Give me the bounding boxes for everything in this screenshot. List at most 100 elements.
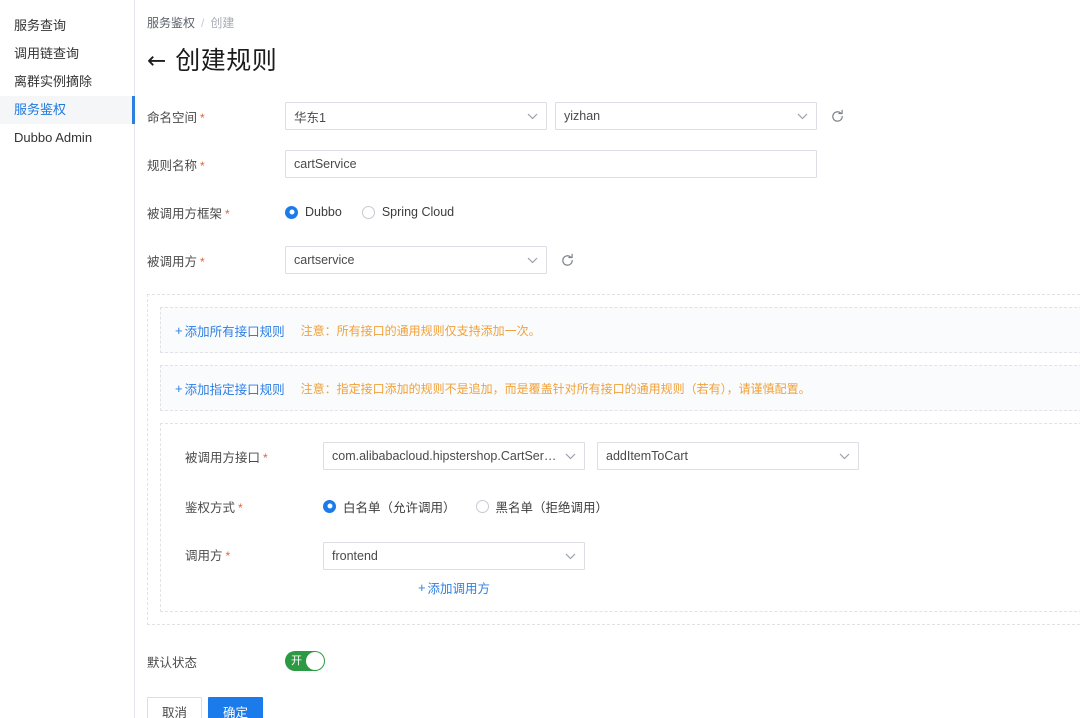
breadcrumb-separator: / <box>201 16 205 30</box>
sidebar-item-outlier-ejection[interactable]: 离群实例摘除 <box>0 68 134 96</box>
interface-rule-item: ✕ 被调用方接口* com.alibabacloud.hipstershop.C… <box>160 423 1080 612</box>
required-mark: * <box>200 158 205 173</box>
cancel-button[interactable]: 取消 <box>147 697 203 718</box>
form-row-callee: 被调用方 * cartservice <box>135 246 1080 274</box>
add-all-interface-rule-label: 添加所有接口规则 <box>184 324 285 339</box>
required-mark: * <box>200 254 205 269</box>
radio-framework-dubbo[interactable]: Dubbo <box>285 205 342 219</box>
required-mark: * <box>263 450 268 465</box>
sidebar-item-service-query[interactable]: 服务查询 <box>0 12 134 40</box>
form-row-default-state: 默认状态 开 <box>135 647 1080 675</box>
radio-auth-whitelist[interactable]: 白名单（允许调用） <box>323 497 456 516</box>
action-buttons: 取消 确定 <box>135 697 1080 718</box>
confirm-button[interactable]: 确定 <box>208 697 264 718</box>
breadcrumb-root[interactable]: 服务鉴权 <box>147 16 195 30</box>
auth-mode-label-text: 鉴权方式 <box>185 500 236 515</box>
breadcrumb-current: 创建 <box>210 16 235 30</box>
add-caller-label: 添加调用方 <box>427 582 491 596</box>
rules-container: + 添加所有接口规则 注意：所有接口的通用规则仅支持添加一次。 + 添加指定接口规则… <box>147 294 1080 625</box>
auth-mode-radio-group: 白名单（允许调用） 黑名单（拒绝调用） <box>323 497 628 516</box>
radio-label: Dubbo <box>305 205 342 219</box>
sidebar-item-label: 服务鉴权 <box>14 102 67 117</box>
sidebar-item-trace-query[interactable]: 调用链查询 <box>0 40 134 68</box>
interface-class-select[interactable]: com.alibabacloud.hipstershop.CartServic.… <box>323 442 585 470</box>
callee-label: 被调用方 * <box>135 251 285 270</box>
namespace-label-text: 命名空间 <box>147 110 198 125</box>
chevron-down-icon <box>797 113 808 120</box>
radio-dot-icon <box>475 499 489 513</box>
rule-name-input-value: cartService <box>294 157 357 171</box>
plus-icon: + <box>175 322 183 338</box>
rule-name-input[interactable]: cartService <box>285 150 817 178</box>
framework-radio-group: Dubbo Spring Cloud <box>285 205 474 219</box>
refresh-icon[interactable] <box>829 108 845 124</box>
interface-label: 被调用方接口 * <box>175 447 323 466</box>
add-all-interface-rule-link[interactable]: + 添加所有接口规则 <box>175 321 285 340</box>
back-arrow-icon[interactable]: ← <box>147 49 166 73</box>
sidebar-item-label: 离群实例摘除 <box>14 74 93 89</box>
namespace-label: 命名空间 * <box>135 107 285 126</box>
caller-label-text: 调用方 <box>185 549 223 563</box>
sidebar-item-dubbo-admin[interactable]: Dubbo Admin <box>0 124 134 152</box>
callee-label-text: 被调用方 <box>147 254 198 269</box>
rule-name-label: 规则名称 * <box>135 155 285 174</box>
required-mark: * <box>200 110 205 125</box>
specified-interface-note: 注意：指定接口添加的规则不是追加，而是覆盖针对所有接口的通用规则（若有），请谨慎… <box>300 381 811 396</box>
interface-label-text: 被调用方接口 <box>185 450 261 465</box>
toggle-label: 开 <box>291 654 302 667</box>
auth-mode-label: 鉴权方式 * <box>175 497 323 516</box>
radio-framework-spring-cloud[interactable]: Spring Cloud <box>361 205 455 219</box>
sidebar-item-service-auth[interactable]: 服务鉴权 <box>0 96 135 124</box>
rule-name-controls: cartService <box>285 150 817 178</box>
interface-method-select[interactable]: addItemToCart <box>597 442 859 470</box>
required-mark: * <box>238 500 243 515</box>
region-select-value: 华东1 <box>294 110 326 125</box>
sidebar-item-label: 调用链查询 <box>14 46 80 61</box>
chevron-down-icon <box>839 453 850 460</box>
radio-dot-icon <box>323 499 336 513</box>
default-state-label: 默认状态 <box>135 652 285 671</box>
required-mark: * <box>225 206 230 221</box>
chevron-down-icon <box>565 553 576 560</box>
caller-select-value: frontend <box>332 549 378 563</box>
framework-label: 被调用方框架 * <box>135 203 285 222</box>
plus-icon: + <box>417 580 426 595</box>
region-select[interactable]: 华东1 <box>285 102 547 130</box>
namespace-select[interactable]: yizhan <box>555 102 817 130</box>
rule-name-label-text: 规则名称 <box>147 158 198 173</box>
default-state-label-text: 默认状态 <box>147 655 198 670</box>
interface-method-value: addItemToCart <box>606 449 688 463</box>
namespace-select-value: yizhan <box>564 109 601 123</box>
caller-controls: frontend + 添加调用方 <box>323 542 585 597</box>
add-specified-interface-rule-link[interactable]: + 添加指定接口规则 <box>175 379 285 398</box>
add-caller-link[interactable]: + 添加调用方 <box>418 578 490 597</box>
refresh-icon[interactable] <box>559 252 575 268</box>
callee-select[interactable]: cartservice <box>285 246 547 274</box>
caller-label: 调用方 * <box>175 542 323 570</box>
page-title: 创建规则 <box>175 46 278 75</box>
interface-controls: com.alibabacloud.hipstershop.CartServic.… <box>323 442 859 470</box>
callee-controls: cartservice <box>285 246 575 274</box>
chevron-down-icon <box>565 453 576 460</box>
chevron-down-icon <box>527 113 538 120</box>
radio-auth-blacklist[interactable]: 黑名单（拒绝调用） <box>475 497 608 516</box>
all-interface-note: 注意：所有接口的通用规则仅支持添加一次。 <box>300 323 541 338</box>
specified-interface-rule-card: + 添加指定接口规则 注意：指定接口添加的规则不是追加，而是覆盖针对所有接口的通用… <box>160 365 1080 411</box>
form-row-caller: 调用方 * frontend + 添加调用方 <box>175 542 1080 597</box>
interface-class-value: com.alibabacloud.hipstershop.CartServic.… <box>332 449 557 463</box>
default-state-toggle[interactable]: 开 <box>285 651 325 671</box>
plus-icon: + <box>175 380 183 396</box>
radio-label: Spring Cloud <box>381 205 455 219</box>
radio-dot-icon <box>361 205 375 219</box>
all-interface-rule-card: + 添加所有接口规则 注意：所有接口的通用规则仅支持添加一次。 <box>160 307 1080 353</box>
form-footer: 默认状态 开 取消 确定 <box>135 647 1080 718</box>
default-state-controls: 开 <box>285 651 325 671</box>
sidebar-item-label: Dubbo Admin <box>14 130 93 145</box>
caller-select[interactable]: frontend <box>323 542 585 570</box>
callee-select-value: cartservice <box>294 253 355 267</box>
form-row-framework: 被调用方框架 * Dubbo Spring Cloud <box>135 198 1080 226</box>
add-specified-interface-rule-label: 添加指定接口规则 <box>184 382 285 397</box>
required-mark: * <box>225 549 231 563</box>
radio-dot-icon <box>285 205 298 219</box>
main-content: 服务鉴权 / 创建 ← 创建规则 命名空间 * 华东1 yizhan 规则名称 … <box>135 0 1080 718</box>
